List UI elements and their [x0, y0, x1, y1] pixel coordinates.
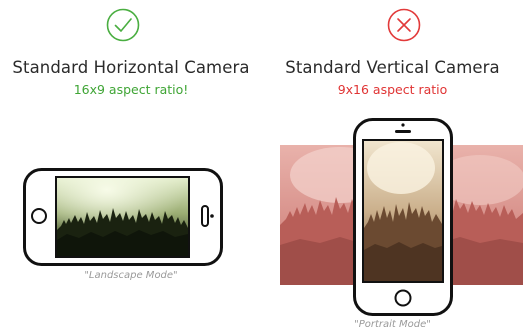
x-circle-icon — [387, 8, 421, 42]
left-caption: "Landscape Mode" — [84, 270, 178, 281]
right-caption: "Portrait Mode" — [354, 319, 431, 330]
portrait-phone — [353, 118, 453, 316]
left-subtitle: 16x9 aspect ratio! — [73, 82, 189, 97]
landscape-phone — [23, 168, 223, 266]
check-circle-icon — [106, 8, 140, 42]
left-panel: Standard Horizontal Camera 16x9 aspect r… — [0, 0, 262, 333]
right-panel: Standard Vertical Camera 9x16 aspect rat… — [262, 0, 523, 333]
left-title: Standard Horizontal Camera — [12, 58, 250, 77]
right-title: Standard Vertical Camera — [285, 58, 500, 77]
right-subtitle: 9x16 aspect ratio — [337, 82, 448, 97]
